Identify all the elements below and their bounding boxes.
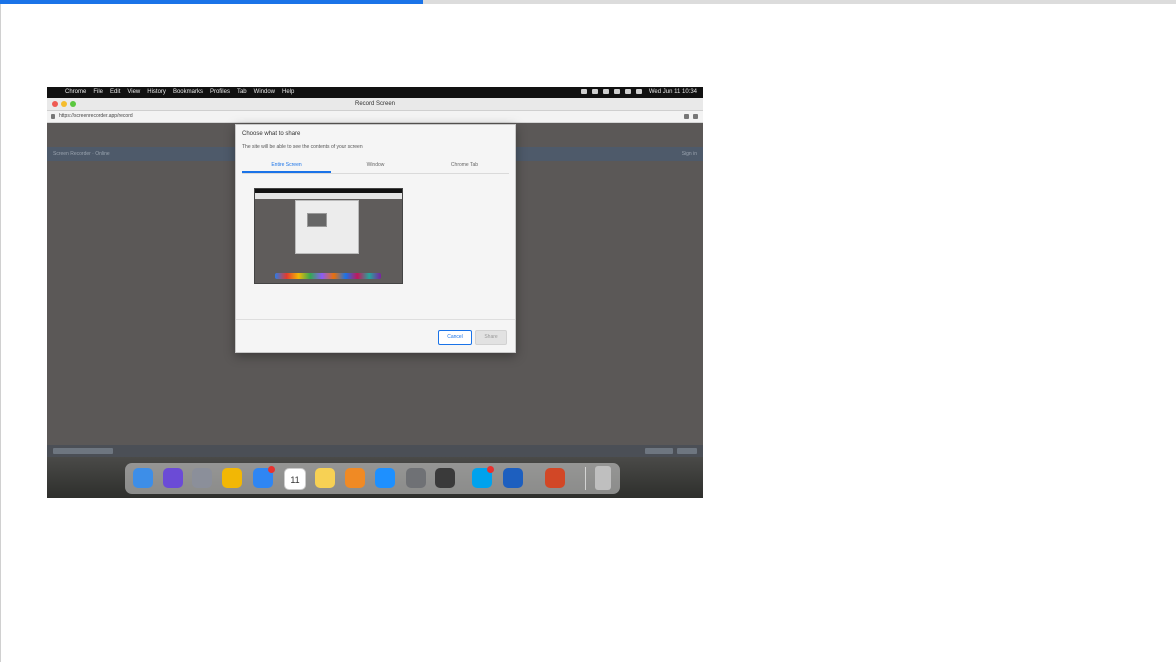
dialog-divider	[236, 319, 515, 320]
calendar-day: 11	[290, 475, 300, 485]
menubar-clock: Wed Jun 11 10:34	[648, 89, 697, 95]
status-icon	[614, 88, 621, 94]
lock-icon	[51, 114, 55, 119]
calculator-icon[interactable]	[435, 468, 455, 488]
star-icon	[684, 114, 689, 119]
web-app-footer	[47, 445, 703, 457]
menubar-item[interactable]: View	[127, 89, 140, 95]
thumbnail-titlebar	[255, 193, 402, 199]
web-app-signin: Sign in	[681, 151, 697, 157]
trash-icon[interactable]	[595, 466, 611, 490]
menubar-item[interactable]: History	[147, 89, 166, 95]
menubar-item[interactable]: Tab	[237, 89, 247, 95]
calendar-icon[interactable]: 11	[284, 468, 306, 490]
share-button[interactable]: Share	[475, 330, 507, 345]
siri-icon[interactable]	[163, 468, 183, 488]
system-settings-icon[interactable]	[406, 468, 426, 488]
browser-titlebar: Record Screen	[47, 98, 703, 111]
desktop-wallpaper-strip: 11	[47, 457, 703, 498]
battery-icon	[636, 88, 643, 94]
menubar-item[interactable]: File	[93, 89, 103, 95]
menubar-item[interactable]: Bookmarks	[173, 89, 203, 95]
thumbnail-dock	[275, 273, 381, 279]
screen-thumbnail[interactable]	[254, 188, 403, 284]
dialog-title: Choose what to share	[242, 131, 301, 137]
notes-icon[interactable]	[315, 468, 335, 488]
menubar-item[interactable]: Window	[254, 89, 275, 95]
notification-badge	[268, 466, 275, 473]
mac-dock: 11	[125, 463, 620, 494]
powerpoint-icon[interactable]	[545, 468, 565, 488]
tab-chrome-tab[interactable]: Chrome Tab	[420, 159, 509, 173]
address-url: https://screenrecorder.app/record	[59, 113, 133, 119]
preview-icon[interactable]	[503, 468, 523, 488]
shared-screen-preview: Chrome File Edit View History Bookmarks Profil…	[47, 87, 703, 498]
menubar-item[interactable]: Chrome	[65, 89, 86, 95]
menubar-tray: Wed Jun 11 10:34	[581, 87, 697, 98]
mail-icon[interactable]	[253, 466, 275, 488]
menubar-menus: Chrome File Edit View History Bookmarks Profil…	[65, 87, 301, 98]
skype-icon[interactable]	[472, 466, 494, 488]
page-progress-bar	[0, 0, 1176, 4]
window-title: Record Screen	[354, 101, 396, 107]
page-left-border	[0, 4, 1, 662]
status-icon	[592, 88, 599, 94]
share-source-tabs: Entire Screen Window Chrome Tab	[242, 159, 509, 174]
chrome-icon[interactable]	[222, 468, 242, 488]
address-bar: https://screenrecorder.app/record	[47, 111, 703, 123]
thumbnail-nested-preview	[307, 213, 327, 227]
status-icon	[603, 88, 610, 94]
status-icon	[581, 88, 588, 94]
extensions-icon	[693, 114, 698, 119]
cancel-button[interactable]: Cancel	[438, 330, 472, 345]
tab-entire-screen[interactable]: Entire Screen	[242, 159, 331, 173]
notification-badge	[487, 466, 494, 473]
menubar-item[interactable]: Edit	[110, 89, 120, 95]
thumbnail-dialog	[295, 200, 359, 254]
launchpad-icon[interactable]	[192, 468, 212, 488]
dialog-subtitle: The site will be able to see the content…	[242, 144, 363, 150]
footer-chip	[53, 448, 113, 454]
footer-chip	[677, 448, 697, 454]
photos-icon[interactable]	[345, 468, 365, 488]
page-progress-fill	[0, 0, 424, 4]
web-app-name: Screen Recorder · Online	[53, 151, 110, 157]
tab-window[interactable]: Window	[331, 159, 420, 173]
dock-separator	[585, 467, 586, 490]
footer-chip	[645, 448, 673, 454]
app-store-icon[interactable]	[375, 468, 395, 488]
share-screen-dialog: Choose what to share The site will be ab…	[235, 124, 516, 353]
menubar-item[interactable]: Profiles	[210, 89, 230, 95]
wifi-icon	[625, 88, 632, 94]
finder-icon[interactable]	[133, 468, 153, 488]
mac-menubar: Chrome File Edit View History Bookmarks Profil…	[47, 87, 703, 98]
menubar-item[interactable]: Help	[282, 89, 294, 95]
